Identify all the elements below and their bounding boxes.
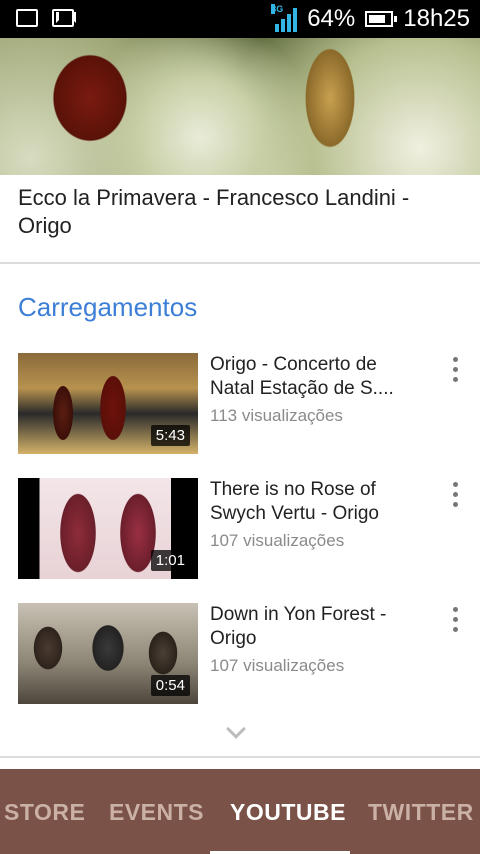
tab-store[interactable]: STORE xyxy=(4,799,85,826)
video-title: Ecco la Primavera - Francesco Landini - … xyxy=(18,185,410,238)
view-count: 107 visualizações xyxy=(210,656,345,675)
video-item-title[interactable]: There is no Rose of Swych Vertu - Origo xyxy=(210,478,420,526)
view-count: 107 visualizações xyxy=(210,531,345,550)
status-bar: 3G 64% 18h25 xyxy=(0,0,480,38)
clock: 18h25 xyxy=(403,5,470,32)
tab-twitter[interactable]: TWITTER xyxy=(368,799,474,826)
list-item[interactable]: 5:43 Origo - Concerto de Natal Estação d… xyxy=(0,353,480,455)
more-options-icon[interactable] xyxy=(448,482,462,510)
video-thumbnail[interactable]: 5:43 xyxy=(18,353,198,454)
divider xyxy=(0,756,480,758)
signal-icon: 3G xyxy=(271,4,298,32)
video-duration: 0:54 xyxy=(150,675,190,696)
video-item-title[interactable]: Origo - Concerto de Natal Estação de S..… xyxy=(210,353,420,401)
video-duration: 5:43 xyxy=(150,425,190,446)
more-options-icon[interactable] xyxy=(448,357,462,385)
tab-bar: STORE EVENTS YOUTUBE TWITTER xyxy=(0,769,480,854)
section-title: Carregamentos xyxy=(18,292,198,322)
video-thumbnail[interactable]: 0:54 xyxy=(18,603,198,704)
battery-percent: 64% xyxy=(307,5,356,32)
more-options-icon[interactable] xyxy=(448,607,462,635)
tab-youtube[interactable]: YOUTUBE xyxy=(230,799,346,826)
video-duration: 1:01 xyxy=(150,550,190,571)
gallery-icon xyxy=(16,9,38,27)
list-item[interactable]: 0:54 Down in Yon Forest - Origo 107 visu… xyxy=(0,603,480,705)
tab-events[interactable]: EVENTS xyxy=(109,799,204,826)
video-player[interactable] xyxy=(0,38,480,175)
list-item[interactable]: 1:01 There is no Rose of Swych Vertu - O… xyxy=(0,478,480,580)
video-item-title[interactable]: Down in Yon Forest - Origo xyxy=(210,603,420,651)
divider xyxy=(0,262,480,264)
mail-icon xyxy=(52,9,76,27)
battery-icon xyxy=(365,11,398,27)
view-count: 113 visualizações xyxy=(210,406,343,425)
network-type-label: 3G xyxy=(271,4,284,14)
video-thumbnail[interactable]: 1:01 xyxy=(18,478,198,579)
chevron-down-icon[interactable] xyxy=(226,719,246,739)
